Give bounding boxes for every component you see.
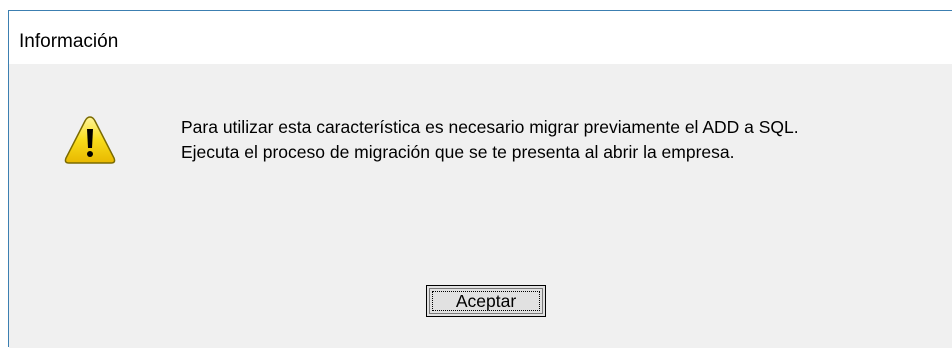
dialog-body: Para utilizar esta característica es nec… [9, 64, 952, 348]
warning-triangle-icon [63, 113, 117, 167]
dialog-message: Para utilizar esta característica es nec… [181, 115, 799, 165]
information-dialog: Información Para utilizar esta caracterí… [8, 10, 952, 348]
dialog-title: Información [19, 31, 119, 52]
accept-button-label: Aceptar [455, 290, 517, 311]
accept-button[interactable]: Aceptar [426, 285, 546, 317]
accept-button-focus: Aceptar [429, 288, 543, 314]
message-line-2: Ejecuta el proceso de migración que se t… [181, 142, 735, 162]
message-line-1: Para utilizar esta característica es nec… [181, 117, 799, 137]
dialog-titlebar[interactable]: Información [9, 11, 952, 64]
